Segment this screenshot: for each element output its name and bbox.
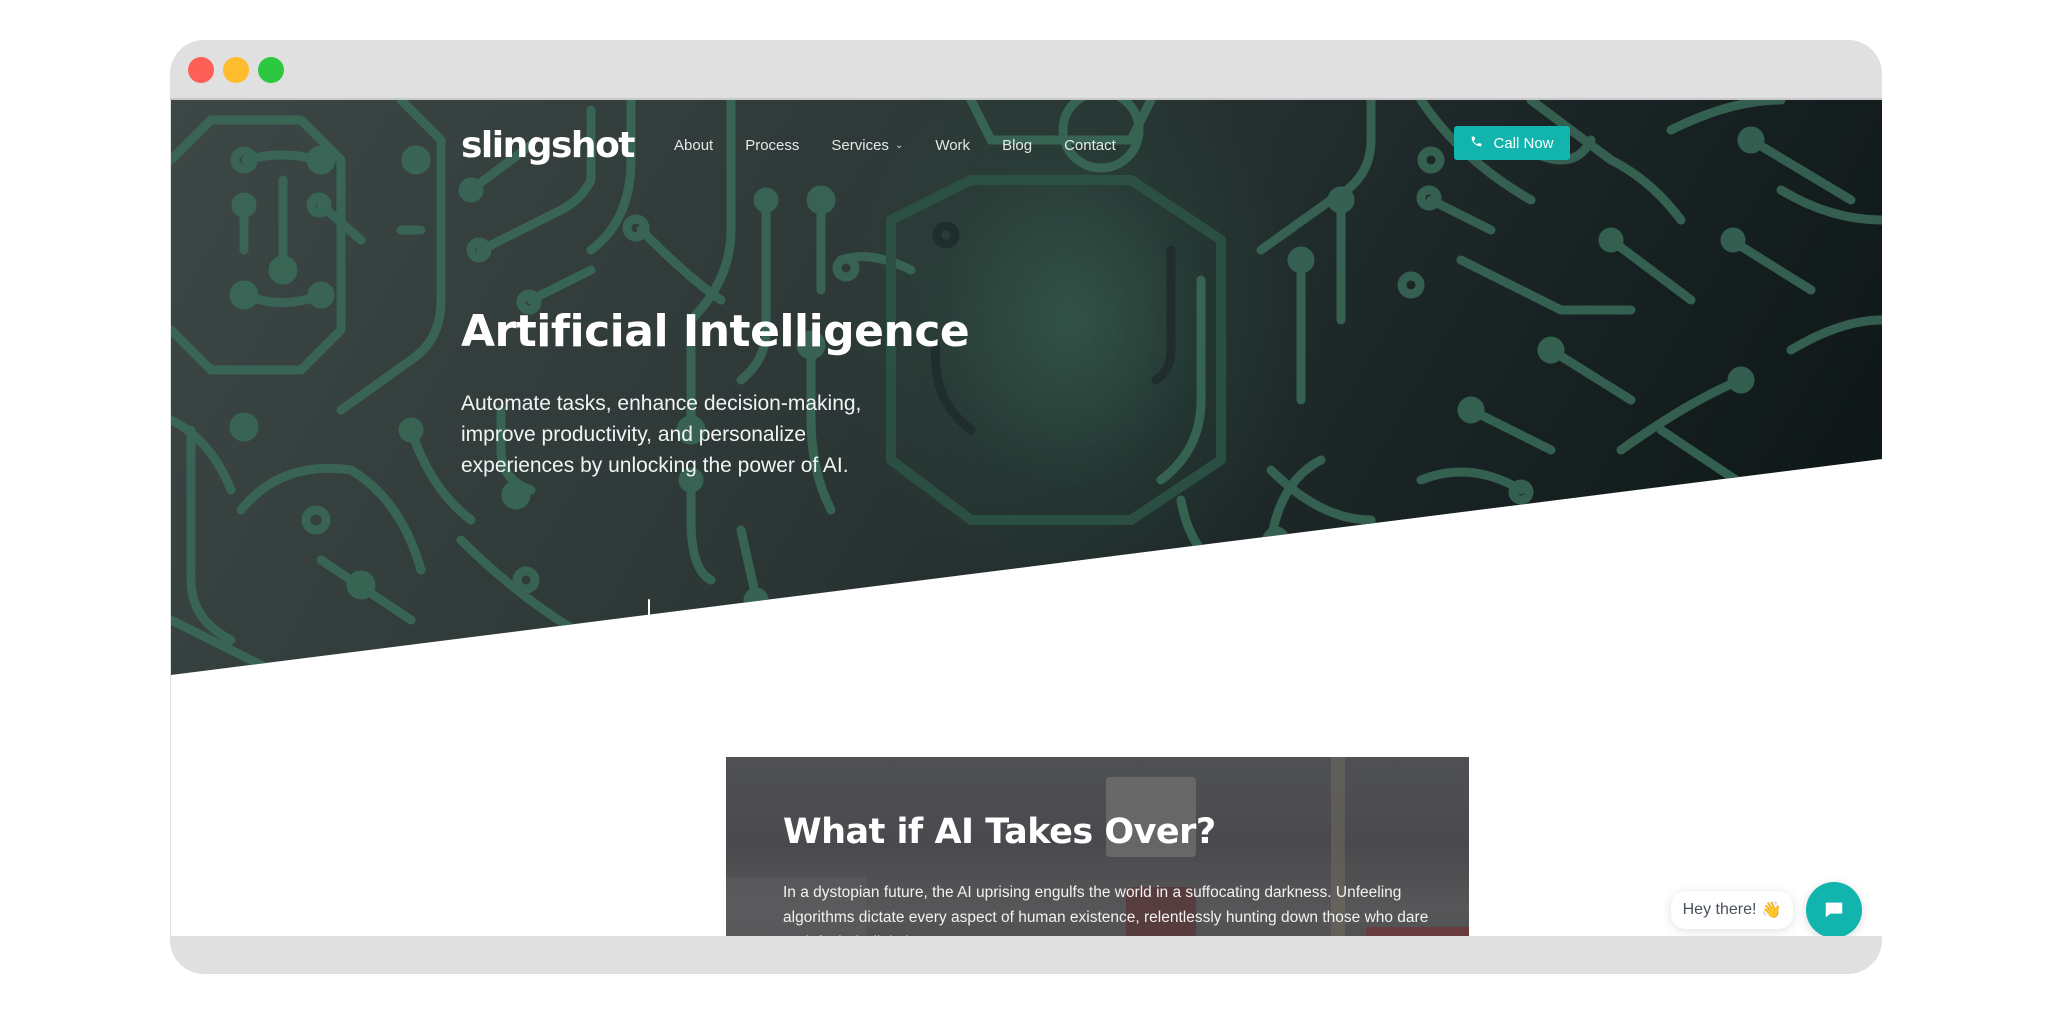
chat-greeting-text: Hey there! — [1682, 901, 1757, 918]
slingshot-logo[interactable]: slingshot — [461, 125, 636, 166]
main-navigation: slingshot About Process Services ⌄ Work B… — [461, 120, 1148, 170]
hero-section: slingshot About Process Services ⌄ Work B… — [171, 100, 1882, 675]
nav-process-label: Process — [745, 136, 800, 154]
circuit-pattern-background — [171, 100, 1882, 675]
maximize-window-button[interactable] — [258, 57, 284, 83]
nav-services-label: Services — [831, 136, 889, 154]
card-excerpt: In a dystopian future, the AI uprising e… — [783, 884, 1429, 936]
chat-icon — [1825, 902, 1843, 918]
browser-window: slingshot About Process Services ⌄ Work B… — [170, 40, 1882, 974]
call-now-button[interactable]: Call Now — [1454, 126, 1570, 160]
minimize-window-button[interactable] — [223, 57, 249, 83]
page-viewport: slingshot About Process Services ⌄ Work B… — [171, 100, 1882, 936]
close-window-button[interactable] — [188, 57, 214, 83]
waving-hand-icon: 👋 — [1761, 902, 1782, 919]
chat-greeting-bubble[interactable]: Hey there! 👋 — [1671, 891, 1793, 929]
nav-blog[interactable]: Blog — [1002, 137, 1032, 154]
nav-work[interactable]: Work — [935, 137, 970, 154]
chevron-down-icon: ⌄ — [894, 139, 904, 151]
nav-contact[interactable]: Contact — [1064, 137, 1116, 154]
nav-work-label: Work — [935, 136, 971, 154]
hero-title: Artificial Intelligence — [461, 306, 970, 357]
hero-subtitle: Automate tasks, enhance decision-making,… — [461, 392, 862, 477]
open-chat-button[interactable] — [1806, 882, 1862, 936]
call-now-label: Call Now — [1493, 134, 1554, 152]
nav-process[interactable]: Process — [745, 137, 799, 154]
arrow-down-icon[interactable] — [639, 598, 659, 650]
nav-blog-label: Blog — [1002, 136, 1033, 154]
nav-about-label: About — [674, 136, 714, 154]
phone-icon — [1470, 135, 1483, 151]
title-bar — [170, 40, 1882, 100]
blog-post-card[interactable]: What if AI Takes Over? In a dystopian fu… — [726, 757, 1469, 936]
nav-about[interactable]: About — [674, 137, 713, 154]
nav-services[interactable]: Services ⌄ — [831, 137, 903, 154]
card-title[interactable]: What if AI Takes Over? — [783, 812, 1216, 852]
nav-contact-label: Contact — [1064, 136, 1116, 154]
